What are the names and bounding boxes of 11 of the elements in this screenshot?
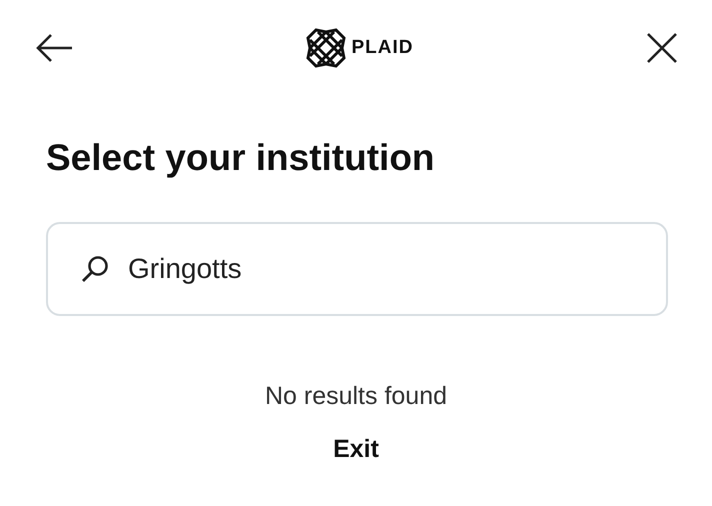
search-icon: [81, 255, 109, 283]
back-button[interactable]: [35, 32, 73, 62]
logo-text: PLAID: [352, 36, 414, 58]
exit-button[interactable]: Exit: [333, 435, 379, 464]
logo-icon: [306, 28, 346, 68]
close-icon: [646, 32, 678, 64]
page-title: Select your institution: [46, 137, 436, 179]
search-field[interactable]: Gringotts: [46, 222, 668, 316]
close-button[interactable]: [646, 32, 678, 64]
empty-message: No results found: [264, 382, 448, 411]
back-arrow-icon: [35, 32, 73, 62]
